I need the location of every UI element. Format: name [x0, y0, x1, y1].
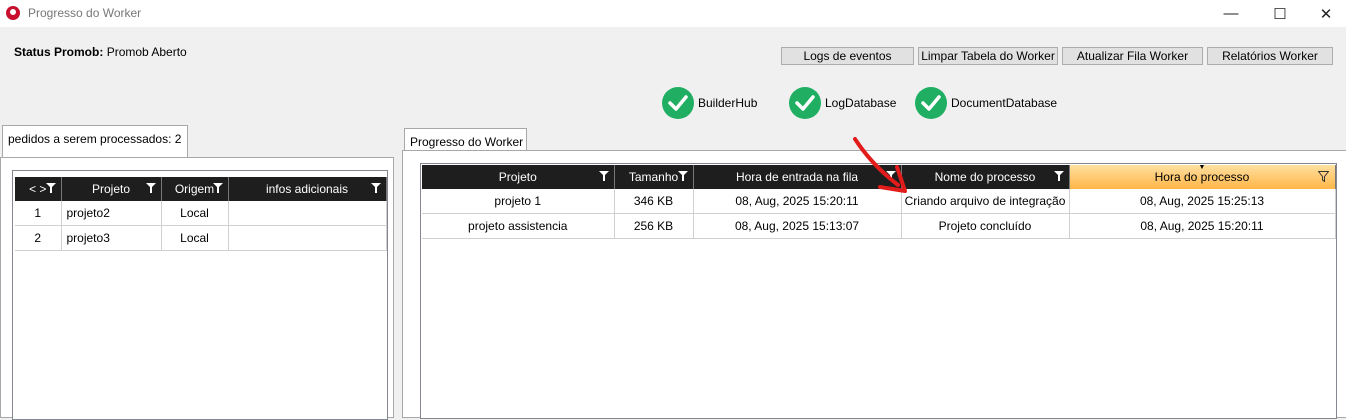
cell-projeto: projeto 1 [422, 189, 615, 214]
header-label: Hora do processo [1154, 170, 1250, 184]
header-label: Origem [174, 182, 215, 196]
cell-projeto: projeto2 [61, 201, 162, 226]
service-documentdatabase: DocumentDatabase [915, 87, 1057, 119]
cell-tamanho: 346 KB [614, 189, 694, 214]
main-area: Status Promob: Promob Aberto Logs de eve… [0, 27, 1346, 420]
minimize-button[interactable]: — [1208, 0, 1254, 27]
cell-tamanho: 256 KB [614, 213, 694, 239]
annotation-arrow-icon [853, 137, 907, 193]
column-header-tamanho[interactable]: Tamanho [614, 165, 694, 189]
pending-orders-panel: < > Projeto Origem infos adicionais 1 pr… [0, 157, 394, 420]
logs-button[interactable]: Logs de eventos [781, 47, 914, 65]
header-label: Tamanho [628, 170, 679, 184]
cell-infos [228, 201, 387, 226]
table-row[interactable]: 2 projeto3 Local [15, 225, 387, 251]
header-label: Hora de entrada na fila [735, 170, 859, 184]
row-number: 2 [15, 225, 62, 251]
maximize-button[interactable]: ☐ [1257, 0, 1303, 27]
column-header-infos[interactable]: infos adicionais [228, 177, 387, 201]
service-label: DocumentDatabase [951, 96, 1058, 110]
filter-icon[interactable] [212, 183, 223, 193]
table-row[interactable]: 1 projeto2 Local [15, 201, 387, 226]
filter-icon[interactable] [598, 171, 609, 181]
cell-nome-processo: Criando arquivo de integração [901, 189, 1070, 214]
cell-projeto: projeto3 [61, 225, 162, 251]
service-label: BuilderHub [698, 96, 758, 110]
window-title: Progresso do Worker [28, 6, 142, 20]
cell-infos [228, 225, 387, 251]
service-builderhub: BuilderHub [662, 87, 757, 119]
column-header-projeto[interactable]: Projeto [422, 165, 615, 189]
header-label: infos adicionais [265, 182, 349, 196]
column-header-nome-processo[interactable]: Nome do processo [901, 165, 1070, 189]
header-label: Projeto [91, 182, 131, 196]
check-circle-icon [789, 87, 821, 119]
pending-orders-table: < > Projeto Origem infos adicionais 1 pr… [15, 177, 387, 251]
check-circle-icon [915, 87, 947, 119]
column-header-origem[interactable]: Origem [161, 177, 229, 201]
tab-pending-orders[interactable]: pedidos a serem processados: 2 [2, 125, 188, 158]
service-label: LogDatabase [825, 96, 897, 110]
header-label: Projeto [498, 170, 537, 184]
header-label: Nome do processo [934, 170, 1036, 184]
cell-hora-processo: 08, Aug, 2025 15:20:11 [1069, 213, 1336, 239]
cell-origem: Local [161, 225, 229, 251]
filter-icon[interactable] [45, 183, 56, 193]
status-promob: Status Promob: Promob Aberto [14, 45, 187, 59]
status-label: Status Promob: [14, 45, 104, 59]
filter-icon[interactable] [677, 171, 688, 181]
cell-origem: Local [161, 201, 229, 226]
table-row[interactable]: projeto assistencia 256 KB 08, Aug, 2025… [422, 213, 1336, 239]
worker-progress-grid: Projeto Tamanho Hora de entrada na fila … [420, 163, 1337, 419]
column-header-hora-processo[interactable]: ▼ Hora do processo [1069, 164, 1336, 189]
filter-icon[interactable] [1317, 171, 1329, 182]
service-logdatabase: LogDatabase [789, 87, 896, 119]
title-bar: Progresso do Worker — ☐ ✕ [0, 0, 1346, 27]
cell-projeto: projeto assistencia [422, 213, 615, 239]
close-button[interactable]: ✕ [1303, 0, 1346, 27]
cell-hora-processo: 08, Aug, 2025 15:25:13 [1069, 189, 1336, 214]
check-circle-icon [662, 87, 694, 119]
worker-reports-button[interactable]: Relatórios Worker [1207, 47, 1333, 65]
app-logo-icon [6, 6, 20, 20]
clear-worker-table-button[interactable]: Limpar Tabela do Worker [918, 47, 1058, 65]
row-number: 1 [15, 201, 62, 226]
status-value: Promob Aberto [106, 45, 187, 59]
filter-icon[interactable] [1053, 171, 1064, 181]
header-label: < > [29, 182, 47, 196]
table-header-row: < > Projeto Origem infos adicionais [15, 177, 387, 201]
cell-hora-entrada: 08, Aug, 2025 15:13:07 [693, 213, 902, 239]
filter-icon[interactable] [370, 183, 381, 193]
refresh-worker-queue-button[interactable]: Atualizar Fila Worker [1062, 47, 1203, 65]
column-header-nav[interactable]: < > [15, 177, 62, 201]
cell-nome-processo: Projeto concluído [901, 213, 1070, 239]
filter-icon[interactable] [145, 183, 156, 193]
pending-orders-grid: < > Projeto Origem infos adicionais 1 pr… [12, 170, 388, 420]
sort-indicator-icon: ▼ [1198, 164, 1206, 171]
column-header-projeto[interactable]: Projeto [61, 177, 162, 201]
